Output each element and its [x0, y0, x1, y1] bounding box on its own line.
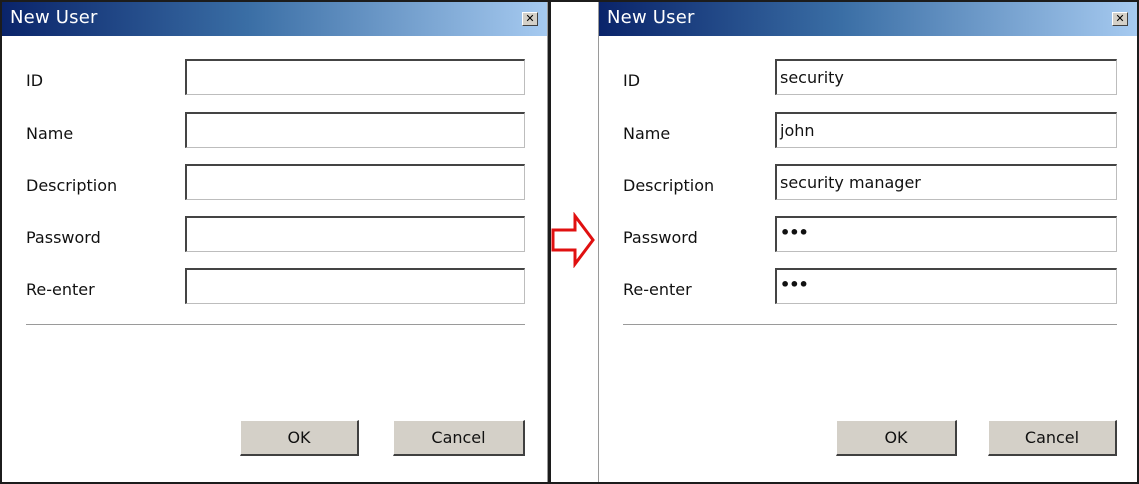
cancel-button[interactable]: Cancel	[393, 420, 525, 456]
close-icon[interactable]: ✕	[1112, 12, 1128, 26]
description-field[interactable]: security manager	[775, 164, 1117, 200]
password-field[interactable]: •••	[775, 216, 1117, 252]
separator-line	[623, 324, 1117, 328]
form-row-description: Description	[2, 164, 547, 204]
form-row-name: Name john	[599, 112, 1137, 152]
new-user-dialog-filled: New User ✕ ID security Name john Descrip…	[598, 2, 1137, 482]
reenter-label: Re-enter	[623, 280, 692, 299]
id-field[interactable]	[185, 59, 525, 95]
dialog-title: New User	[607, 7, 695, 28]
name-label: Name	[26, 124, 74, 143]
dialog-title: New User	[10, 7, 98, 28]
form-row-name: Name	[2, 112, 547, 152]
reenter-password-field[interactable]: •••	[775, 268, 1117, 304]
reenter-password-field[interactable]	[185, 268, 525, 304]
name-field[interactable]: john	[775, 112, 1117, 148]
form-row-reenter: Re-enter •••	[599, 268, 1137, 308]
password-label: Password	[623, 228, 698, 247]
id-label: ID	[623, 71, 641, 90]
description-field[interactable]	[185, 164, 525, 200]
form-row-password: Password •••	[599, 216, 1137, 256]
title-bar: New User ✕	[2, 2, 547, 36]
right-arrow-icon	[551, 212, 595, 268]
form-row-id: ID	[2, 59, 547, 99]
close-icon[interactable]: ✕	[522, 12, 538, 26]
description-label: Description	[26, 176, 118, 195]
password-label: Password	[26, 228, 101, 247]
name-field[interactable]	[185, 112, 525, 148]
ok-button[interactable]: OK	[836, 420, 957, 456]
id-label: ID	[26, 71, 44, 90]
new-user-dialog-empty: New User ✕ ID Name Description Password …	[2, 2, 548, 482]
password-field[interactable]	[185, 216, 525, 252]
separator-line	[26, 324, 525, 328]
description-label: Description	[623, 176, 715, 195]
ok-button[interactable]: OK	[240, 420, 359, 456]
reenter-label: Re-enter	[26, 280, 95, 299]
cancel-button[interactable]: Cancel	[988, 420, 1117, 456]
name-label: Name	[623, 124, 671, 143]
form-row-id: ID security	[599, 59, 1137, 99]
form-row-reenter: Re-enter	[2, 268, 547, 308]
form-row-description: Description security manager	[599, 164, 1137, 204]
title-bar: New User ✕	[599, 2, 1137, 36]
id-field[interactable]: security	[775, 59, 1117, 95]
form-row-password: Password	[2, 216, 547, 256]
